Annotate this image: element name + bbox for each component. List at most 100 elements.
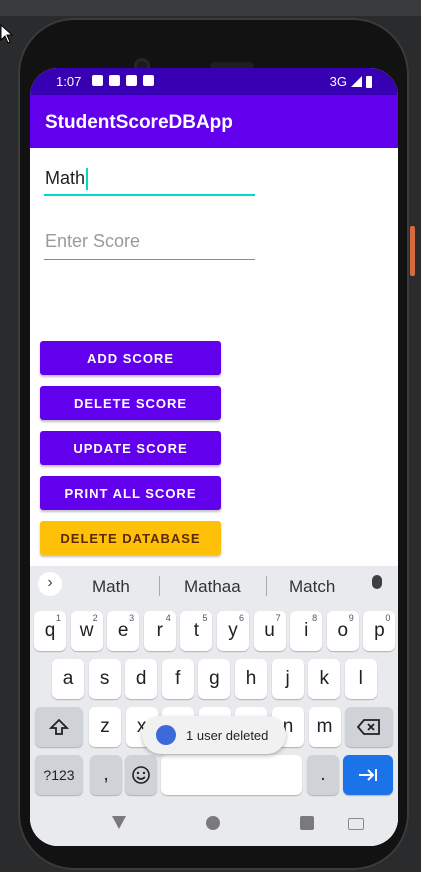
key-label: s [99, 668, 110, 689]
suggestion-2[interactable]: Mathaa [184, 577, 241, 597]
subject-field-text: Math [45, 168, 89, 191]
key-hint: 9 [348, 613, 354, 623]
key-l[interactable]: l [344, 659, 377, 699]
emulator-top-bar [0, 0, 421, 16]
key-u[interactable]: u7 [253, 611, 286, 651]
app-title: StudentScoreDBApp [45, 112, 233, 133]
power-button[interactable] [410, 226, 415, 276]
key-label: g [209, 668, 220, 689]
home-icon[interactable] [206, 816, 220, 830]
key-i[interactable]: i8 [290, 611, 323, 651]
score-field-container [44, 224, 256, 260]
shield-icon [126, 75, 137, 86]
key-s[interactable]: s [88, 659, 121, 699]
key-hint: 6 [238, 613, 244, 623]
mouse-cursor-icon [0, 24, 14, 44]
backspace-key[interactable] [345, 707, 393, 747]
key-label: e [117, 620, 129, 641]
comma-key[interactable]: , [90, 755, 122, 795]
key-z[interactable]: z [89, 707, 121, 747]
suggestion-divider [159, 576, 160, 596]
key-label: w [79, 620, 94, 641]
key-hint: 7 [275, 613, 281, 623]
delete-database-button[interactable]: DELETE DATABASE [40, 521, 221, 555]
score-underline [44, 259, 255, 260]
key-hint: 4 [165, 613, 171, 623]
key-y[interactable]: y6 [217, 611, 249, 651]
key-m[interactable]: m [308, 707, 341, 747]
enter-key[interactable] [343, 755, 393, 795]
battery-icon [366, 75, 372, 88]
back-icon[interactable] [112, 816, 126, 829]
key-label: r [156, 620, 163, 641]
key-d[interactable]: d [125, 659, 158, 699]
key-q[interactable]: q1 [34, 611, 66, 651]
chevron-right-icon[interactable]: › [38, 572, 62, 596]
key-r[interactable]: r4 [143, 611, 176, 651]
key-label: q [44, 620, 56, 641]
recents-icon[interactable] [300, 816, 314, 830]
key-t[interactable]: t5 [180, 611, 213, 651]
key-label: m [316, 716, 333, 737]
toast-notification: 1 user deleted [142, 716, 286, 754]
symbols-key[interactable]: ?123 [35, 755, 83, 795]
key-hint: 1 [55, 613, 61, 623]
keyboard-switch-icon[interactable] [348, 818, 364, 830]
subject-field[interactable]: Math [44, 160, 255, 196]
key-label: t [193, 620, 200, 641]
key-label: p [374, 620, 385, 641]
key-o[interactable]: o9 [326, 611, 359, 651]
period-key[interactable]: . [307, 755, 339, 795]
key-f[interactable]: f [161, 659, 194, 699]
tab-arrow-icon [359, 769, 377, 781]
key-label: u [264, 620, 275, 641]
device-screen: 1:07 3G StudentScoreDBApp Math ADD SCORE… [30, 68, 398, 846]
subject-value: Math [45, 168, 86, 188]
key-label: i [304, 620, 309, 641]
update-score-button[interactable]: UPDATE SCORE [40, 431, 221, 465]
network-type: 3G [329, 74, 347, 89]
key-label: d [135, 668, 147, 689]
key-label: z [100, 716, 110, 737]
key-hint: 0 [385, 613, 391, 623]
key-label: o [337, 620, 349, 641]
key-g[interactable]: g [198, 659, 231, 699]
key-label: f [175, 668, 181, 689]
add-score-button[interactable]: ADD SCORE [40, 341, 221, 375]
emoji-key[interactable] [125, 755, 157, 795]
delete-score-button[interactable]: DELETE SCORE [40, 386, 221, 420]
navigation-bar [30, 806, 398, 846]
key-k[interactable]: k [308, 659, 341, 699]
print-all-score-button[interactable]: PRINT ALL SCORE [40, 476, 221, 510]
space-key[interactable] [161, 755, 302, 795]
shift-key[interactable] [35, 707, 83, 747]
key-j[interactable]: j [271, 659, 304, 699]
status-right: 3G [330, 74, 372, 89]
suggestion-divider [266, 576, 267, 596]
key-w[interactable]: w2 [70, 611, 103, 651]
soft-keyboard: › Math Mathaa Match q1w2e3r4t5y6u7i8o9p0… [30, 566, 398, 846]
key-label: j [285, 668, 290, 689]
status-bar: 1:07 3G [30, 68, 398, 95]
android-icon [156, 725, 176, 745]
suggestion-3[interactable]: Match [289, 577, 335, 597]
key-hint: 3 [129, 613, 135, 623]
a-icon [109, 75, 120, 86]
app-bar: StudentScoreDBApp [30, 95, 398, 148]
key-label: y [228, 620, 238, 641]
signal-icon [351, 76, 362, 87]
score-input[interactable] [44, 224, 256, 258]
key-label: l [358, 668, 363, 689]
sim-icon [143, 75, 154, 86]
suggestion-1[interactable]: Math [92, 577, 130, 597]
key-hint: 2 [92, 613, 98, 623]
microphone-icon[interactable] [372, 575, 382, 589]
key-h[interactable]: h [235, 659, 267, 699]
key-e[interactable]: e3 [107, 611, 140, 651]
key-label: a [62, 668, 74, 689]
text-caret [86, 168, 89, 191]
key-a[interactable]: a [52, 659, 84, 699]
status-time: 1:07 [56, 74, 82, 89]
toast-message: 1 user deleted [186, 727, 269, 743]
key-p[interactable]: p0 [363, 611, 396, 651]
